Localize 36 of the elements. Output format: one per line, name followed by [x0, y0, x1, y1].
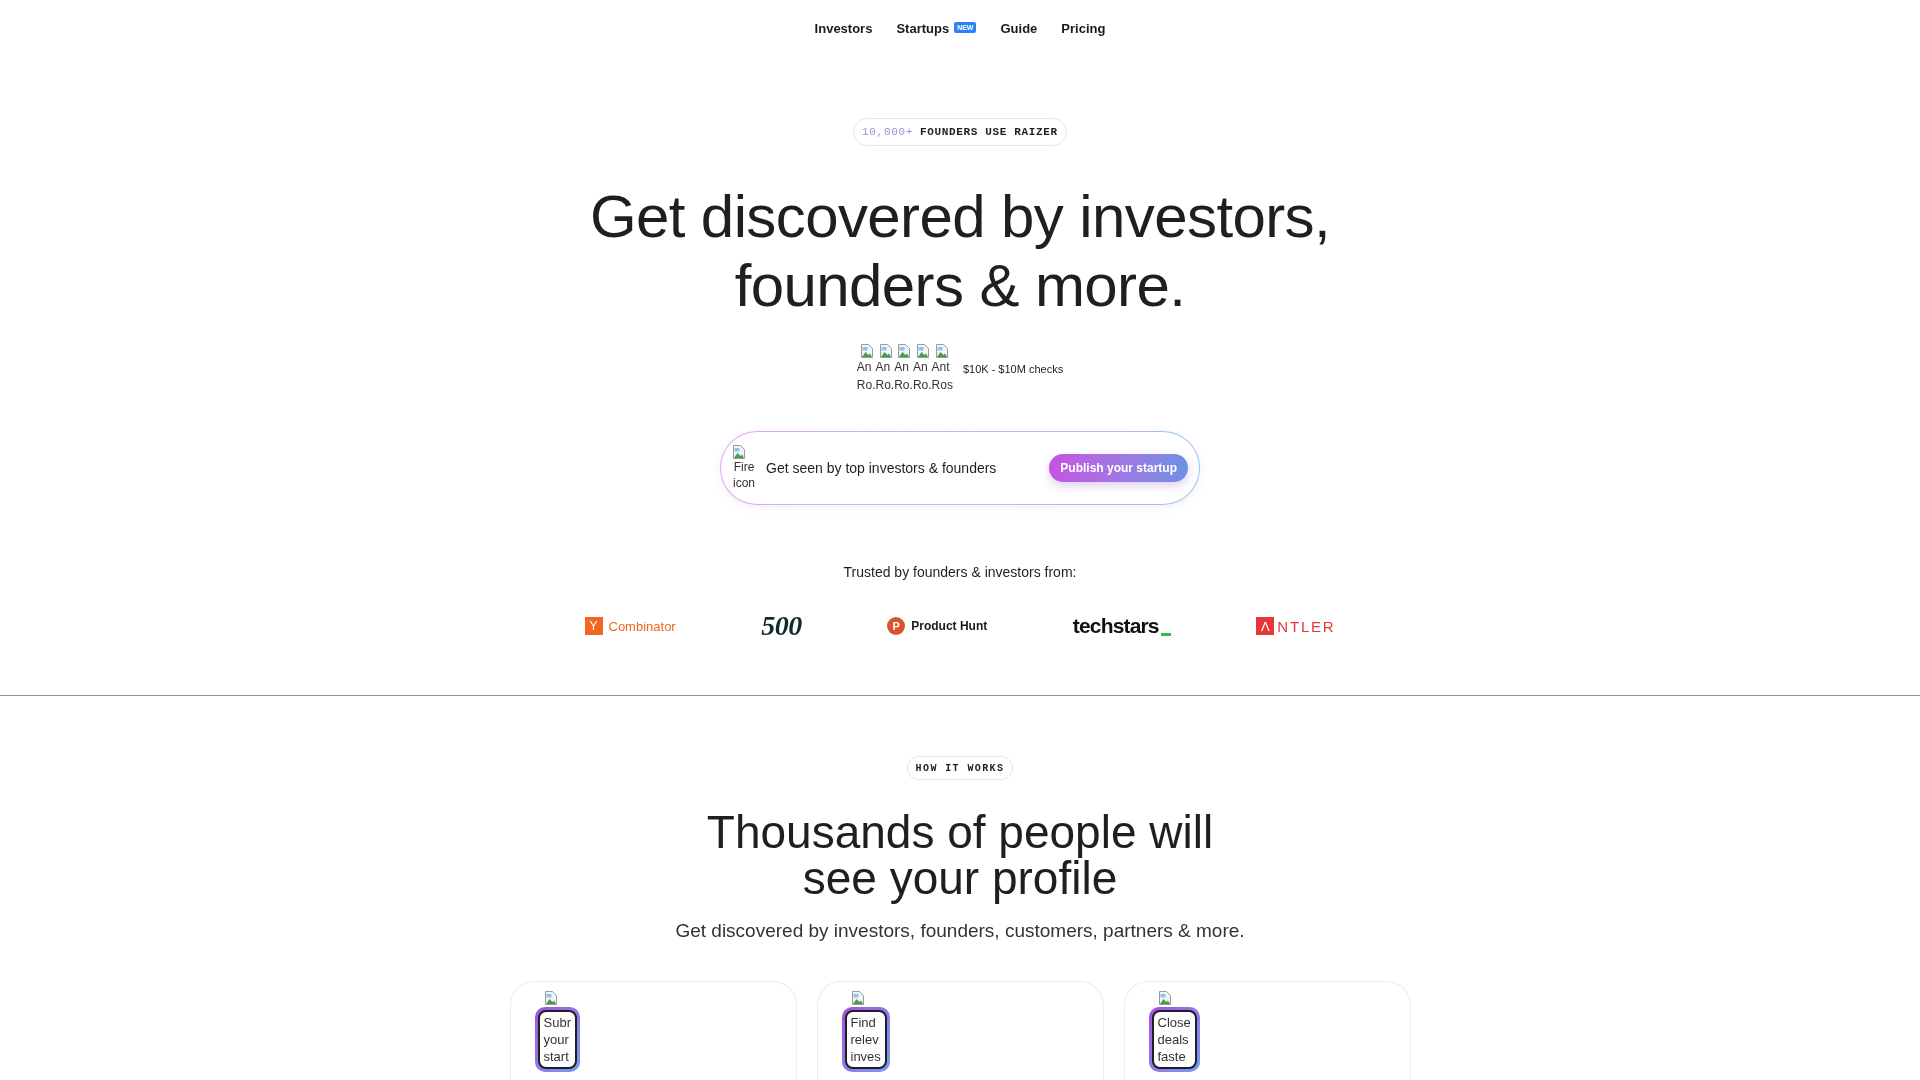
broken-image-icon — [916, 344, 929, 358]
image-alt-text: An Ro. — [856, 359, 876, 394]
nav-link[interactable]: Pricing — [1061, 19, 1106, 39]
broken-image-icon — [860, 344, 873, 358]
broken-image-icon — [879, 344, 892, 358]
logo-wordmark: Combinator — [608, 619, 676, 633]
founders-count: 10,000+ — [862, 124, 913, 140]
logo-wordmark: techstars — [1072, 614, 1159, 638]
hero-heading: Get discovered by investors, founders & more. — [589, 182, 1331, 320]
broken-image-icon — [935, 344, 948, 358]
check-size-text: $10K - $10M checks — [962, 361, 1064, 377]
image-alt-text: Fire icon — [733, 459, 755, 491]
trusted-label: Trusted by founders & investors from: — [843, 563, 1077, 581]
image-alt-text: An Ro. — [875, 359, 895, 394]
logo-mark: Y — [584, 617, 603, 635]
logo-mark: Λ — [1256, 617, 1275, 635]
section-subtitle: Get discovered by investors, founders, customers, partners & more. — [675, 919, 1245, 943]
nav-link[interactable]: Guide — [1000, 19, 1038, 39]
cta-text: Get seen by top investors & founders — [766, 458, 997, 478]
broken-image-icon — [898, 344, 911, 358]
broken-image-icon — [733, 445, 745, 459]
image-alt-text: Find relev inves — [850, 1014, 881, 1065]
image-alt-text: Ant Ros — [931, 359, 953, 394]
image-alt-text: An Ro. — [912, 359, 932, 394]
logo-wordmark: 500 — [761, 611, 802, 641]
logo-wordmark: NTLER — [1277, 618, 1336, 634]
broken-image-icon — [544, 991, 557, 1005]
logo-wordmark: Product Hunt — [911, 620, 988, 632]
broken-image-icon — [1158, 991, 1171, 1005]
image-alt-text: Close deals faste — [1157, 1014, 1191, 1065]
image-alt-text: Subr your start — [543, 1014, 571, 1065]
image-alt-text: An Ro. — [894, 359, 913, 394]
nav-link[interactable]: Investors — [814, 19, 873, 39]
broken-image-icon — [851, 991, 864, 1005]
logo-mark: P — [887, 617, 906, 635]
badge-text: FOUNDERS USE RAIZER — [919, 124, 1058, 140]
